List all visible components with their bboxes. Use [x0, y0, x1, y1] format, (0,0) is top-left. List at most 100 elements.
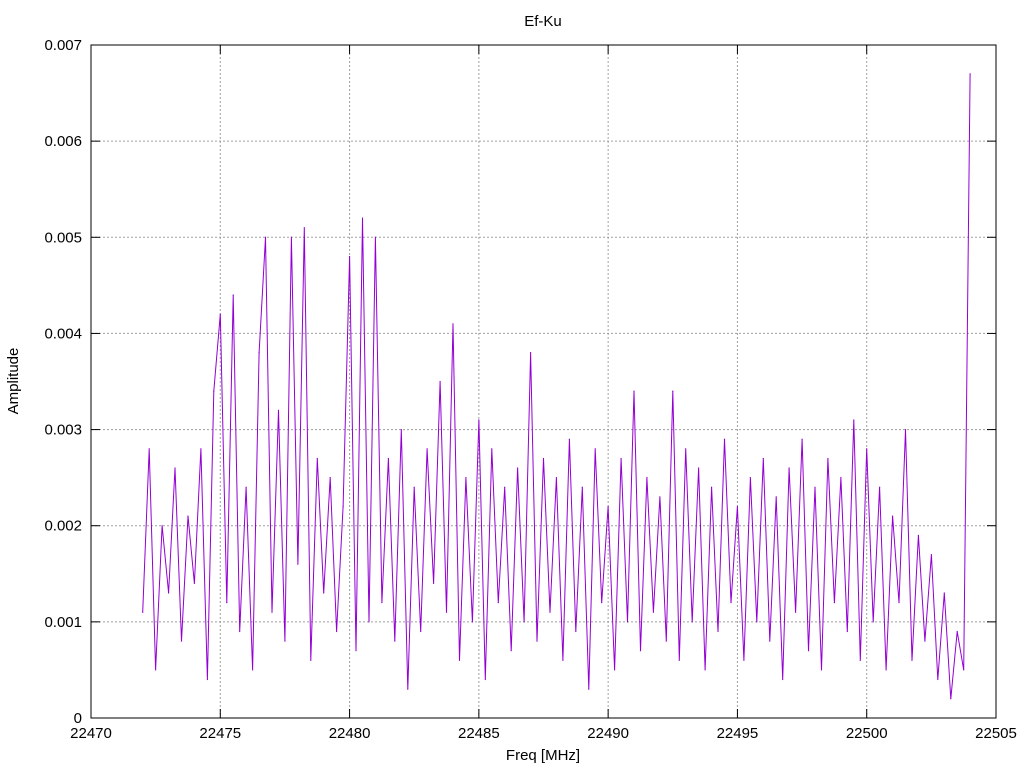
data-point — [193, 582, 196, 585]
data-point — [930, 553, 932, 556]
data-point — [529, 352, 532, 354]
data-point — [827, 457, 829, 460]
data-point — [368, 621, 370, 623]
data-point — [187, 515, 189, 517]
data-point — [452, 323, 454, 325]
data-point — [891, 515, 894, 517]
data-point — [355, 650, 357, 652]
data-point — [484, 678, 486, 681]
data-point — [575, 630, 577, 633]
data-point — [795, 611, 797, 613]
data-point — [736, 505, 739, 508]
data-point — [601, 602, 603, 604]
data-point — [245, 486, 247, 488]
x-tick-label: 22470 — [70, 725, 112, 742]
data-point — [407, 688, 409, 690]
data-point — [413, 486, 415, 488]
data-point — [510, 650, 512, 652]
data-point — [607, 505, 609, 508]
data-point — [439, 380, 441, 383]
x-tick-label: 22485 — [458, 725, 500, 742]
data-point — [833, 602, 835, 604]
data-point — [840, 477, 842, 479]
data-point — [180, 640, 183, 642]
data-point — [879, 486, 881, 488]
data-point — [252, 669, 254, 671]
y-axis-label: Amplitude — [5, 348, 22, 415]
data-point — [562, 659, 564, 661]
data-point — [271, 611, 273, 613]
data-point — [523, 621, 525, 623]
data-point — [206, 678, 208, 681]
data-point — [323, 592, 325, 594]
plot-border — [90, 44, 997, 719]
grid — [91, 45, 996, 718]
data-point — [924, 640, 926, 642]
chart: 22470 22475 22480 22485 22490 22495 22500 22505… — [5, 13, 1017, 764]
data-point — [329, 477, 331, 479]
data-point — [458, 659, 461, 661]
data-point — [820, 669, 823, 671]
data-point — [620, 457, 622, 460]
data-point — [336, 630, 338, 633]
data-point — [659, 496, 661, 498]
data-point — [387, 457, 389, 460]
data-point — [963, 669, 965, 671]
y-tick-label: 0.002 — [44, 518, 82, 535]
data-point — [504, 486, 506, 488]
y-tick-label: 0.003 — [44, 422, 82, 439]
data-point — [678, 659, 680, 661]
data-point — [297, 563, 299, 565]
data-point — [885, 669, 887, 671]
x-tick-label: 22475 — [199, 725, 241, 742]
data-point — [142, 611, 144, 613]
data-point — [316, 457, 318, 460]
data-point — [581, 486, 583, 488]
data-point — [536, 640, 538, 642]
data-point — [917, 534, 920, 536]
data-point — [626, 621, 629, 623]
data-point — [898, 602, 900, 604]
data-point — [672, 390, 674, 392]
data-point — [872, 621, 874, 623]
data-point — [943, 592, 945, 594]
x-tick-label: 22490 — [587, 725, 629, 742]
data-point — [633, 390, 635, 392]
data-point — [361, 217, 364, 219]
data-point — [478, 419, 480, 421]
data-point — [277, 409, 280, 411]
data-point — [866, 448, 868, 450]
data-point — [588, 688, 590, 690]
data-point — [290, 236, 292, 238]
ticks: 22470 22475 22480 22485 22490 22495 22500 22505… — [44, 37, 1016, 742]
data-point — [213, 390, 215, 392]
data-point — [148, 448, 150, 450]
data-point — [652, 611, 654, 613]
y-tick-label: 0.005 — [44, 229, 82, 246]
data-point — [426, 448, 428, 450]
y-tick-label: 0.006 — [44, 133, 82, 150]
data-point — [710, 486, 713, 488]
series-layer — [142, 73, 971, 700]
data-point — [769, 640, 771, 642]
data-point — [950, 698, 952, 700]
data-point — [348, 255, 351, 258]
data-point — [258, 352, 260, 354]
data-point — [445, 611, 448, 613]
data-point — [717, 630, 719, 633]
data-point — [155, 669, 157, 671]
data-point — [219, 313, 221, 315]
data-point — [174, 467, 176, 469]
data-point — [342, 505, 344, 508]
data-point — [400, 428, 402, 431]
data-point — [232, 294, 234, 296]
data-point — [846, 630, 848, 633]
data-point — [756, 621, 758, 623]
data-point — [374, 236, 377, 238]
data-point — [859, 659, 861, 661]
x-tick-label: 22500 — [846, 725, 888, 742]
data-point — [594, 448, 596, 450]
data-point — [723, 438, 726, 440]
data-point — [956, 630, 958, 633]
x-axis-label: Freq [MHz] — [506, 747, 580, 764]
